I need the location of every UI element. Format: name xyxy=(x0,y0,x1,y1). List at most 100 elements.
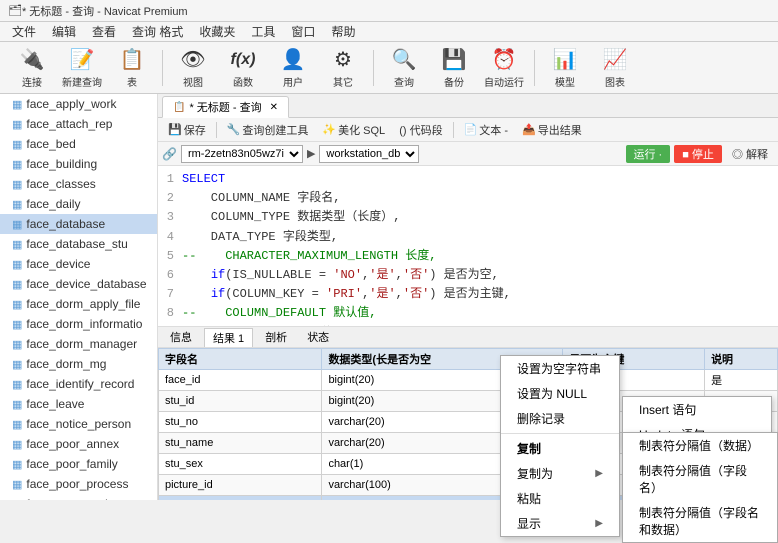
ctx-paste[interactable]: 粘贴 xyxy=(501,486,619,511)
sidebar-item-face-bed[interactable]: ▦ face_bed xyxy=(0,134,157,154)
code-segment-button[interactable]: () 代码段 xyxy=(393,121,448,139)
tab-label: * 无标题 - 查询 xyxy=(189,99,261,115)
save-icon: 💾 xyxy=(168,123,182,136)
sidebar-item-face-attach-rep[interactable]: ▦ face_attach_rep xyxy=(0,114,157,134)
ctx-set-null[interactable]: 设置为 NULL xyxy=(501,381,619,406)
context-menu: 设置为空字符串 设置为 NULL 删除记录 复制 复制为 ▶ 粘贴 显示 ▶ xyxy=(500,355,620,537)
sidebar-item-face-leave[interactable]: ▦ face_leave xyxy=(0,394,157,414)
ctx-set-empty-string[interactable]: 设置为空字符串 xyxy=(501,356,619,381)
table-small-icon: ▦ xyxy=(12,98,22,111)
sidebar-item-face-poor-process[interactable]: ▦ face_poor_process xyxy=(0,474,157,494)
ctx-copy-as[interactable]: 复制为 ▶ xyxy=(501,461,619,486)
table-small-icon: ▦ xyxy=(12,178,22,191)
menu-view[interactable]: 查看 xyxy=(84,22,124,41)
sidebar-item-face-database-stu[interactable]: ▦ face_database_stu xyxy=(0,234,157,254)
sidebar-item-face-building[interactable]: ▦ face_building xyxy=(0,154,157,174)
ctx-copy[interactable]: 复制 xyxy=(501,436,619,461)
tab-status[interactable]: 状态 xyxy=(299,328,337,346)
menu-query-format[interactable]: 查询 格式 xyxy=(124,22,191,41)
text-icon: 📄 xyxy=(464,123,478,136)
tab-query[interactable]: 📋 * 无标题 - 查询 ✕ xyxy=(162,96,289,118)
col-header-primary[interactable]: 说明 xyxy=(705,349,778,370)
table-small-icon: ▦ xyxy=(12,218,22,231)
sidebar-item-face-poor-annex[interactable]: ▦ face_poor_annex xyxy=(0,434,157,454)
connect-label: 连接 xyxy=(22,74,42,89)
sidebar-item-face-device-database[interactable]: ▦ face_device_database xyxy=(0,274,157,294)
sidebar-item-face-post-apply[interactable]: ▦ face_post_apply xyxy=(0,494,157,500)
title-bar: 🗂 * 无标题 - 查询 - Navicat Premium xyxy=(0,0,778,22)
sidebar-item-face-apply-work[interactable]: ▦ face_apply_work xyxy=(0,94,157,114)
code-editor[interactable]: 1 2 3 4 5 6 7 8 9 SELECT COLUMN_NAME 字段名… xyxy=(158,166,778,326)
submenu-insert[interactable]: Insert 语句 xyxy=(623,397,771,422)
line-numbers: 1 2 3 4 5 6 7 8 9 xyxy=(162,170,182,322)
submenu-tab-fields-data[interactable]: 制表符分隔值（字段名和数据） xyxy=(623,500,777,542)
sidebar: ▦ face_apply_work ▦ face_attach_rep ▦ fa… xyxy=(0,94,158,500)
toolbar-sep-1 xyxy=(162,50,163,86)
submenu-tab-data[interactable]: 制表符分隔值（数据） xyxy=(623,433,777,458)
code-content[interactable]: SELECT COLUMN_NAME 字段名, COLUMN_TYPE 数据类型… xyxy=(182,170,774,322)
toolbar-function[interactable]: f(x) 函数 xyxy=(219,46,267,90)
ctx-delete-record[interactable]: 删除记录 xyxy=(501,406,619,431)
table-small-icon: ▦ xyxy=(12,198,22,211)
menu-help[interactable]: 帮助 xyxy=(323,22,363,41)
sidebar-item-face-dorm-mg[interactable]: ▦ face_dorm_mg xyxy=(0,354,157,374)
query-toolbar: 💾 保存 🔧 查询创建工具 ✨ 美化 SQL () 代码段 📄 文本 - 📤 xyxy=(158,118,778,142)
toolbar-model[interactable]: 📊 模型 xyxy=(541,46,589,90)
tab-results[interactable]: 结果 1 xyxy=(204,328,253,347)
toolbar-other[interactable]: ⚙ 其它 xyxy=(319,46,367,90)
sidebar-item-face-dorm-apply-file[interactable]: ▦ face_dorm_apply_file xyxy=(0,294,157,314)
beautify-button[interactable]: ✨ 美化 SQL xyxy=(316,121,391,139)
sidebar-item-face-database[interactable]: ▦ face_database xyxy=(0,214,157,234)
tab-close-icon[interactable]: ✕ xyxy=(270,102,278,113)
sidebar-item-face-classes[interactable]: ▦ face_classes xyxy=(0,174,157,194)
query-icon: 🔍 xyxy=(390,47,418,73)
menu-tools[interactable]: 工具 xyxy=(243,22,283,41)
save-button[interactable]: 💾 保存 xyxy=(162,121,212,139)
sidebar-item-face-identify-record[interactable]: ▦ face_identify_record xyxy=(0,374,157,394)
menu-file[interactable]: 文件 xyxy=(4,22,44,41)
toolbar-chart[interactable]: 📈 图表 xyxy=(591,46,639,90)
sidebar-item-face-dorm-informatio[interactable]: ▦ face_dorm_informatio xyxy=(0,314,157,334)
menu-edit[interactable]: 编辑 xyxy=(44,22,84,41)
chart-label: 图表 xyxy=(605,74,625,89)
toolbar-query[interactable]: 🔍 查询 xyxy=(380,46,428,90)
sidebar-item-face-dorm-manager[interactable]: ▦ face_dorm_manager xyxy=(0,334,157,354)
sidebar-item-face-device[interactable]: ▦ face_device xyxy=(0,254,157,274)
text-button[interactable]: 📄 文本 - xyxy=(458,121,514,139)
chart-icon: 📈 xyxy=(601,47,629,73)
toolbar-autorun[interactable]: ⏰ 自动运行 xyxy=(480,46,528,90)
sidebar-item-face-poor-family[interactable]: ▦ face_poor_family xyxy=(0,454,157,474)
toolbar-backup[interactable]: 💾 备份 xyxy=(430,46,478,90)
menu-window[interactable]: 窗口 xyxy=(283,22,323,41)
model-label: 模型 xyxy=(555,74,575,89)
query-builder-button[interactable]: 🔧 查询创建工具 xyxy=(221,121,315,139)
cell-field: stu_id xyxy=(159,391,322,412)
table-label: 表 xyxy=(127,74,137,89)
export-result-button[interactable]: 📤 导出结果 xyxy=(516,121,588,139)
tab-profiling[interactable]: 剖析 xyxy=(257,328,295,346)
submenu-show: 制表符分隔值（数据） 制表符分隔值（字段名） 制表符分隔值（字段名和数据） xyxy=(622,432,778,543)
table-small-icon: ▦ xyxy=(12,458,22,471)
toolbar-table[interactable]: 📋 表 xyxy=(108,46,156,90)
explain-button[interactable]: ◎ 解释 xyxy=(726,145,774,163)
toolbar-user[interactable]: 👤 用户 xyxy=(269,46,317,90)
stop-button[interactable]: ■ 停止 xyxy=(674,145,722,163)
tab-info[interactable]: 信息 xyxy=(162,328,200,346)
submenu-tab-fields[interactable]: 制表符分隔值（字段名） xyxy=(623,458,777,500)
database-select[interactable]: workstation_db xyxy=(319,145,419,163)
tab-bar: 📋 * 无标题 - 查询 ✕ xyxy=(158,94,778,118)
toolbar-new-query[interactable]: 📝 新建查询 xyxy=(58,46,106,90)
table-small-icon: ▦ xyxy=(12,438,22,451)
toolbar-view[interactable]: 👁 视图 xyxy=(169,46,217,90)
run-button[interactable]: 运行 · xyxy=(626,145,671,163)
sidebar-item-face-notice-person[interactable]: ▦ face_notice_person xyxy=(0,414,157,434)
sidebar-item-face-daily[interactable]: ▦ face_daily xyxy=(0,194,157,214)
col-header-field[interactable]: 字段名 xyxy=(159,349,322,370)
toolbar-connect[interactable]: 🔌 连接 xyxy=(8,46,56,90)
view-icon: 👁 xyxy=(179,47,207,73)
table-row[interactable]: face_id bigint(20) 否 是 xyxy=(159,370,778,391)
table-small-icon: ▦ xyxy=(12,118,22,131)
menu-favorites[interactable]: 收藏夹 xyxy=(191,22,243,41)
connection-select[interactable]: rm-2zetn83n05wz7i xyxy=(181,145,303,163)
ctx-show[interactable]: 显示 ▶ xyxy=(501,511,619,536)
